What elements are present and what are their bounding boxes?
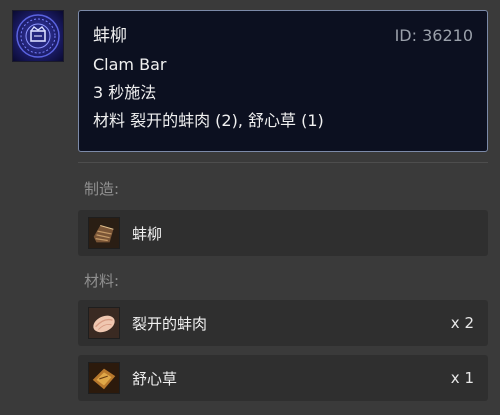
crafts-section-label: 制造: [84,180,120,198]
recipe-name-en: Clam Bar [93,55,167,74]
material-quantity: x 2 [450,314,474,332]
material-item-card[interactable]: 舒心草 x 1 [78,355,488,401]
cracked-clam-meat-icon [88,307,120,339]
material-name: 舒心草 [132,369,178,388]
materials-summary: 材料 裂开的蚌肉 (2), 舒心草 (1) [93,111,324,130]
cast-time: 3 秒施法 [93,83,157,102]
seal-icon-graphic [16,14,60,58]
recipe-name-zh: 蚌柳 [93,26,127,46]
soothing-herb-icon [88,362,120,394]
recipe-id: ID: 36210 [394,26,473,45]
recipe-tooltip: 蚌柳 ID: 36210 Clam Bar 3 秒施法 材料 裂开的蚌肉 (2)… [78,10,488,152]
material-name: 裂开的蚌肉 [132,314,208,333]
materials-section-label: 材料: [84,272,120,290]
divider [78,162,488,163]
recipe-seal-icon[interactable] [12,10,64,62]
material-item-card[interactable]: 裂开的蚌肉 x 2 [78,300,488,346]
material-quantity: x 1 [450,369,474,387]
crafted-item-card[interactable]: 蚌柳 [78,210,488,256]
clam-bar-item-icon [88,217,120,249]
crafted-item-name: 蚌柳 [132,224,163,243]
